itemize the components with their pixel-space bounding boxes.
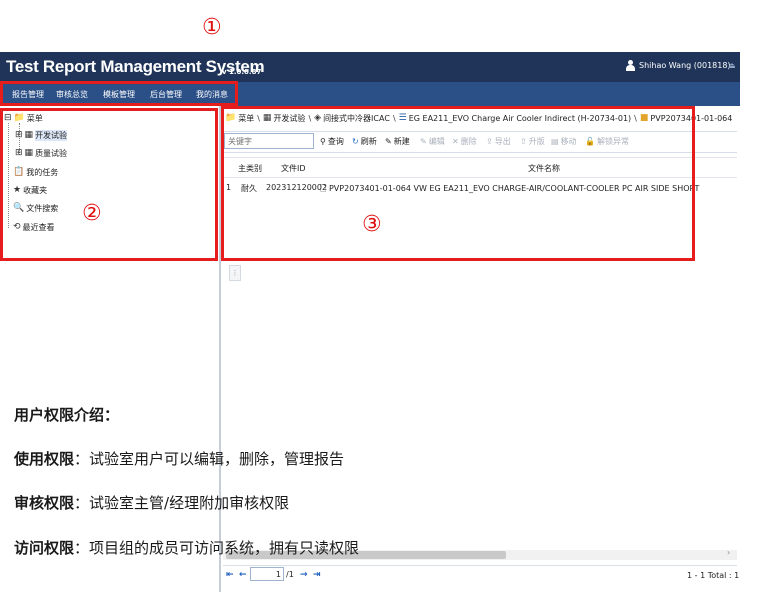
annotation-box-tree xyxy=(0,108,218,261)
prev-page-icon[interactable]: ← xyxy=(239,570,247,580)
user-name: Shihao Wang (001818) xyxy=(639,61,731,70)
annotation-box-nav xyxy=(0,81,238,106)
user-icon xyxy=(626,60,635,71)
overlay-line-access: 访问权限：项目组的成员可访问系统，拥有只读权限 xyxy=(14,539,360,557)
annotation-box-content xyxy=(221,106,695,261)
logout-icon[interactable]: ⏏ xyxy=(728,61,736,70)
app-version: v 1.0.0.87 xyxy=(222,68,262,76)
pager-summary: 1 - 1 Total : 1 xyxy=(687,571,740,580)
panel-collapse-handle[interactable]: ⋮ xyxy=(229,265,241,281)
scroll-right-arrow-icon[interactable]: › xyxy=(727,548,730,557)
user-menu[interactable]: Shihao Wang (001818) xyxy=(626,60,731,71)
last-page-icon[interactable]: ⇥ xyxy=(313,570,321,580)
overlay-heading: 用户权限介绍： xyxy=(14,406,120,424)
first-page-icon[interactable]: ⇤ xyxy=(226,570,234,580)
overlay-line-usage: 使用权限：试验室用户可以编辑，删除，管理报告 xyxy=(14,450,345,468)
page-number-input[interactable] xyxy=(250,567,284,581)
page-total: /1 xyxy=(286,570,294,579)
annotation-one: ① xyxy=(202,15,222,40)
next-page-icon[interactable]: → xyxy=(300,570,308,580)
overlay-line-review: 审核权限：试验室主管/经理附加审核权限 xyxy=(14,494,290,512)
